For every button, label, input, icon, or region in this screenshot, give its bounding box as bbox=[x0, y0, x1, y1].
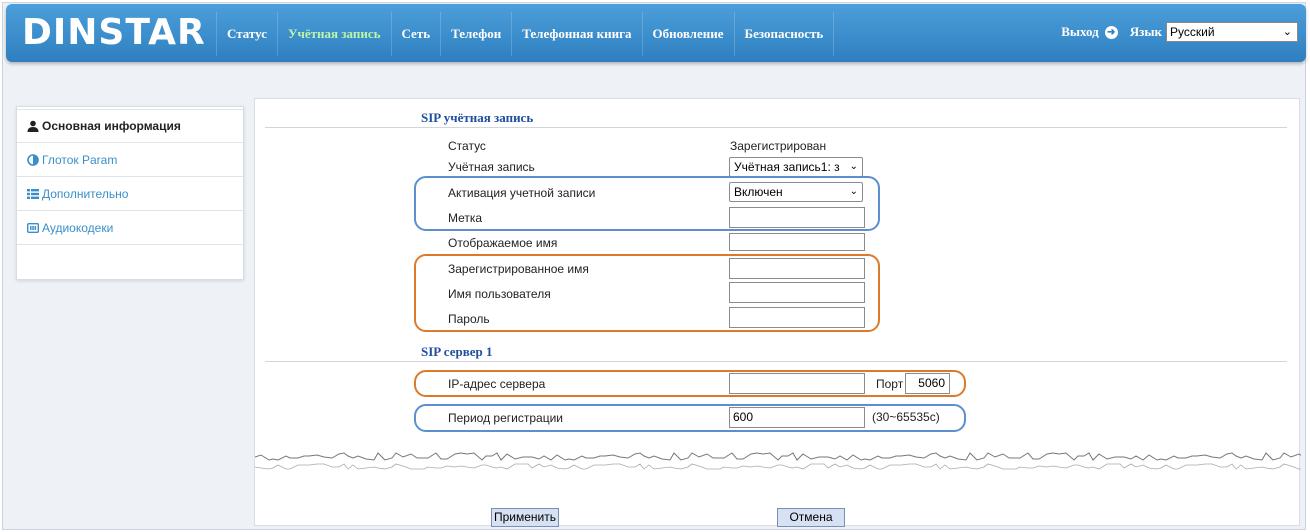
sidebar-item-label: Дополнительно bbox=[42, 186, 129, 201]
sidebar: Основная информация Глоток Param Дополни… bbox=[16, 106, 244, 280]
nav-network[interactable]: Сеть bbox=[390, 12, 441, 56]
chevron-down-icon: ⌄ bbox=[847, 158, 858, 176]
apply-button[interactable]: Применить bbox=[491, 508, 559, 527]
display-name-input[interactable] bbox=[729, 233, 865, 251]
sidebar-item-advanced[interactable]: Дополнительно bbox=[17, 177, 243, 211]
divider bbox=[265, 127, 1287, 128]
sidebar-item-label: Аудиокодеки bbox=[42, 220, 114, 235]
nav-update[interactable]: Обновление bbox=[641, 12, 734, 56]
display-name-label: Отображаемое имя bbox=[448, 236, 558, 250]
chevron-down-icon: ⌄ bbox=[1282, 26, 1292, 38]
header-tools: Выход ➜ Язык Русский ⌄ bbox=[1061, 22, 1298, 42]
reg-period-range: (30~65535c) bbox=[872, 410, 940, 424]
logout-arrow-icon[interactable]: ➜ bbox=[1104, 25, 1118, 39]
brand-logo: DINSTAR bbox=[22, 12, 206, 53]
account-label: Учётная запись bbox=[448, 160, 535, 174]
nav-phone[interactable]: Телефон bbox=[440, 12, 511, 56]
language-label: Язык bbox=[1129, 24, 1162, 39]
account-select-value: Учётная запись1: з bbox=[734, 160, 840, 174]
language-value: Русский bbox=[1170, 25, 1215, 39]
list-icon bbox=[27, 188, 39, 199]
header-bar: DINSTAR Статус Учётная запись Сеть Телеф… bbox=[6, 4, 1306, 62]
reg-period-input[interactable]: 600 bbox=[729, 407, 865, 428]
main-nav: Статус Учётная запись Сеть Телефон Телеф… bbox=[216, 12, 835, 56]
nav-phonebook[interactable]: Телефонная книга bbox=[511, 12, 641, 56]
sip-server-title: SIP сервер 1 bbox=[421, 344, 493, 359]
activation-select[interactable]: Включен ⌄ bbox=[729, 182, 863, 202]
divider bbox=[265, 361, 1287, 362]
main-panel: SIP учётная запись Статус Зарегистрирова… bbox=[254, 98, 1301, 527]
registered-name-input[interactable] bbox=[729, 258, 865, 279]
registered-name-label: Зарегистрированное имя bbox=[448, 262, 589, 276]
username-input[interactable] bbox=[729, 282, 865, 303]
nav-status[interactable]: Статус bbox=[216, 12, 277, 56]
reg-period-label: Период регистрации bbox=[448, 411, 563, 425]
sidebar-item-sip-param[interactable]: Глоток Param bbox=[17, 143, 243, 177]
port-input[interactable]: 5060 bbox=[905, 373, 950, 394]
language-select[interactable]: Русский ⌄ bbox=[1166, 22, 1298, 42]
codec-icon bbox=[27, 222, 39, 233]
password-input[interactable] bbox=[729, 307, 865, 328]
activation-select-value: Включен bbox=[734, 185, 783, 199]
status-value: Зарегистрирован bbox=[730, 139, 827, 153]
password-label: Пароль bbox=[448, 312, 490, 326]
username-label: Имя пользователя bbox=[448, 287, 551, 301]
sidebar-item-label: Глоток Param bbox=[42, 152, 118, 167]
nav-security[interactable]: Безопасность bbox=[733, 12, 835, 56]
sip-account-title: SIP учётная запись bbox=[421, 110, 534, 125]
server-ip-input[interactable] bbox=[729, 373, 865, 394]
torn-edge-divider bbox=[255, 452, 1301, 470]
sidebar-item-label: Основная информация bbox=[42, 119, 181, 133]
logout-link[interactable]: Выход bbox=[1061, 24, 1099, 40]
cancel-button[interactable]: Отмена bbox=[777, 508, 845, 527]
half-circle-icon bbox=[27, 153, 39, 166]
sidebar-item-basic-info[interactable]: Основная информация bbox=[17, 109, 243, 143]
tag-input[interactable] bbox=[729, 207, 865, 228]
chevron-down-icon: ⌄ bbox=[847, 183, 858, 201]
nav-account[interactable]: Учётная запись bbox=[277, 12, 390, 56]
user-icon bbox=[27, 120, 39, 132]
port-label: Порт bbox=[876, 377, 904, 391]
account-select[interactable]: Учётная запись1: з ⌄ bbox=[729, 157, 863, 177]
server-ip-label: IP-адрес сервера bbox=[448, 377, 546, 391]
activation-label: Активация учетной записи bbox=[448, 186, 596, 200]
sidebar-item-audio-codecs[interactable]: Аудиокодеки bbox=[17, 211, 243, 245]
tag-label: Метка bbox=[448, 211, 483, 225]
status-label: Статус bbox=[448, 139, 486, 153]
